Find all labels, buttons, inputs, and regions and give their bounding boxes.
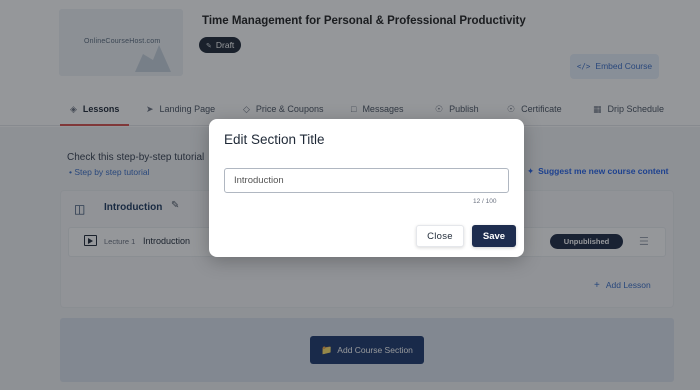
save-button[interactable]: Save (472, 225, 516, 247)
section-title-input[interactable] (224, 168, 509, 193)
character-count: 12 / 100 (473, 198, 497, 205)
close-button[interactable]: Close (416, 225, 464, 247)
edit-section-title-dialog: Edit Section Title 12 / 100 Close Save (209, 119, 524, 257)
dialog-title: Edit Section Title (224, 132, 325, 147)
